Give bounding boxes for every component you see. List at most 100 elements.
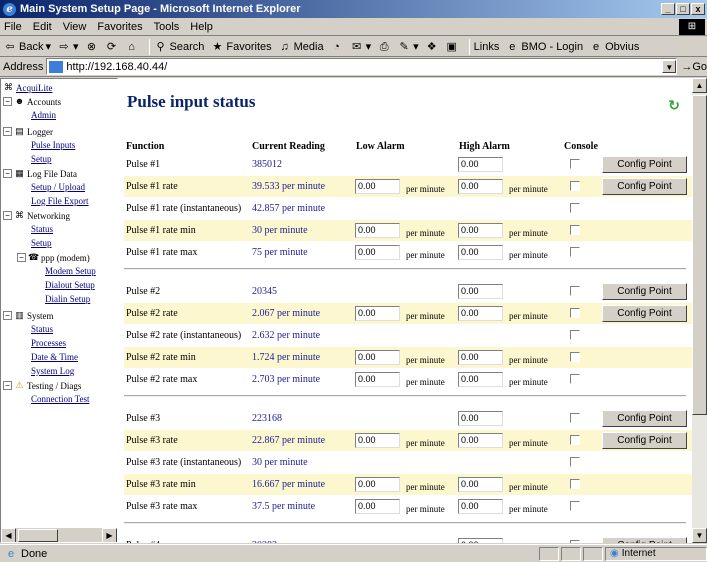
maximize-button[interactable]: □ (676, 3, 690, 15)
console-checkbox[interactable] (570, 540, 580, 543)
mail-button[interactable]: ✉ ▾ (350, 40, 371, 54)
scroll-thumb[interactable] (692, 95, 707, 415)
tree-node-dialout-setup[interactable]: Dialout Setup (45, 280, 95, 290)
home-button[interactable]: ⌂ (125, 40, 139, 54)
high-alarm-input[interactable]: 0.00 (458, 477, 503, 492)
scroll-down-icon[interactable]: ▼ (692, 528, 707, 543)
config-point-button[interactable]: Config Point (602, 410, 687, 427)
edit-button[interactable]: ✎ ▾ (397, 40, 419, 54)
menu-view[interactable]: View (63, 21, 87, 33)
collapse-icon[interactable]: − (3, 97, 12, 106)
config-point-button[interactable]: Config Point (602, 156, 687, 173)
collapse-icon[interactable]: − (3, 311, 12, 320)
media-button[interactable]: ♫ Media (278, 40, 324, 54)
tree-node-admin[interactable]: Admin (31, 110, 56, 120)
high-alarm-input[interactable]: 0.00 (458, 179, 503, 194)
console-checkbox[interactable] (570, 225, 580, 235)
console-checkbox[interactable] (570, 308, 580, 318)
go-button[interactable]: →Go (681, 61, 707, 73)
config-point-button[interactable]: Config Point (602, 432, 687, 449)
tree-node-networking-status[interactable]: Status (31, 224, 53, 234)
scroll-thumb[interactable] (18, 529, 58, 542)
search-button[interactable]: ⚲ Search (154, 40, 205, 54)
tree-node-system-status[interactable]: Status (31, 324, 53, 334)
tree-node-networking[interactable]: − ⌘ Networking (3, 210, 70, 221)
stop-button[interactable]: ⊗ (85, 40, 99, 54)
close-button[interactable]: x (691, 3, 705, 15)
back-button[interactable]: ⇦ Back ▾ (3, 40, 51, 54)
tree-node-networking-setup[interactable]: Setup (31, 238, 52, 248)
console-checkbox[interactable] (570, 181, 580, 191)
tree-node-processes[interactable]: Processes (31, 338, 66, 348)
high-alarm-input[interactable]: 0.00 (458, 538, 503, 543)
console-checkbox[interactable] (570, 330, 580, 340)
console-checkbox[interactable] (570, 457, 580, 467)
high-alarm-input[interactable]: 0.00 (458, 245, 503, 260)
refresh-icon[interactable]: ↻ (668, 98, 680, 114)
low-alarm-input[interactable]: 0.00 (355, 245, 400, 260)
tree-node-dialin-setup[interactable]: Dialin Setup (45, 294, 90, 304)
config-point-button[interactable]: Config Point (602, 537, 687, 543)
high-alarm-input[interactable]: 0.00 (458, 157, 503, 172)
high-alarm-input[interactable]: 0.00 (458, 433, 503, 448)
address-dropdown-button[interactable]: ▼ (662, 60, 677, 73)
tree-node-modem-setup[interactable]: Modem Setup (45, 266, 96, 276)
history-button[interactable]: ◔ (330, 40, 344, 54)
menu-favorites[interactable]: Favorites (97, 21, 142, 33)
low-alarm-input[interactable]: 0.00 (355, 477, 400, 492)
scroll-left-icon[interactable]: ◀ (1, 528, 16, 542)
address-input[interactable]: http://192.168.40.44/ ▼ (46, 58, 678, 75)
high-alarm-input[interactable]: 0.00 (458, 372, 503, 387)
menu-tools[interactable]: Tools (154, 21, 180, 33)
tree-horizontal-scrollbar[interactable]: ◀ ▶ (1, 527, 117, 542)
console-checkbox[interactable] (570, 501, 580, 511)
tree-node-ppp-modem[interactable]: − ☎ ppp (modem) (17, 252, 90, 263)
link-obvius[interactable]: e Obvius (589, 40, 639, 54)
tree-node-setup-upload[interactable]: Setup / Upload (31, 182, 85, 192)
tree-node-pulse-inputs[interactable]: Pulse Inputs (31, 140, 75, 150)
high-alarm-input[interactable]: 0.00 (458, 499, 503, 514)
console-checkbox[interactable] (570, 203, 580, 213)
high-alarm-input[interactable]: 0.00 (458, 306, 503, 321)
low-alarm-input[interactable]: 0.00 (355, 433, 400, 448)
tree-node-log-file-export[interactable]: Log File Export (31, 196, 89, 206)
collapse-icon[interactable]: − (3, 169, 12, 178)
console-checkbox[interactable] (570, 479, 580, 489)
scroll-up-icon[interactable]: ▲ (692, 78, 707, 93)
tree-node-log-file-data[interactable]: − ▦ Log File Data (3, 168, 77, 179)
discuss-button[interactable]: ❖ (425, 40, 439, 54)
page-vertical-scrollbar[interactable]: ▲ ▼ (692, 78, 707, 543)
collapse-icon[interactable]: − (3, 211, 12, 220)
high-alarm-input[interactable]: 0.00 (458, 411, 503, 426)
collapse-icon[interactable]: − (17, 253, 26, 262)
console-checkbox[interactable] (570, 374, 580, 384)
messenger-button[interactable]: ▣ (445, 40, 459, 54)
tree-node-system-log[interactable]: System Log (31, 366, 74, 376)
favorites-button[interactable]: ★ Favorites (210, 40, 271, 54)
link-bmo-login[interactable]: e BMO - Login (505, 40, 583, 54)
print-button[interactable]: ⎙ (377, 40, 391, 54)
collapse-icon[interactable]: − (3, 127, 12, 136)
menu-edit[interactable]: Edit (33, 21, 52, 33)
low-alarm-input[interactable]: 0.00 (355, 223, 400, 238)
low-alarm-input[interactable]: 0.00 (355, 499, 400, 514)
config-point-button[interactable]: Config Point (602, 283, 687, 300)
forward-button[interactable]: ⇨ ▾ (57, 40, 78, 54)
tree-node-logger-setup[interactable]: Setup (31, 154, 52, 164)
high-alarm-input[interactable]: 0.00 (458, 223, 503, 238)
low-alarm-input[interactable]: 0.00 (355, 179, 400, 194)
tree-node-date-time[interactable]: Date & Time (31, 352, 78, 362)
tree-node-connection-test[interactable]: Connection Test (31, 394, 89, 404)
console-checkbox[interactable] (570, 247, 580, 257)
high-alarm-input[interactable]: 0.00 (458, 350, 503, 365)
minimize-button[interactable]: _ (661, 3, 675, 15)
console-checkbox[interactable] (570, 352, 580, 362)
tree-node-accounts[interactable]: − ☻ Accounts (3, 96, 61, 107)
console-checkbox[interactable] (570, 159, 580, 169)
console-checkbox[interactable] (570, 435, 580, 445)
menu-file[interactable]: File (4, 21, 22, 33)
low-alarm-input[interactable]: 0.00 (355, 306, 400, 321)
scroll-right-icon[interactable]: ▶ (102, 528, 117, 542)
tree-node-testing-diags[interactable]: − ⚠ Testing / Diags (3, 380, 81, 391)
high-alarm-input[interactable]: 0.00 (458, 284, 503, 299)
